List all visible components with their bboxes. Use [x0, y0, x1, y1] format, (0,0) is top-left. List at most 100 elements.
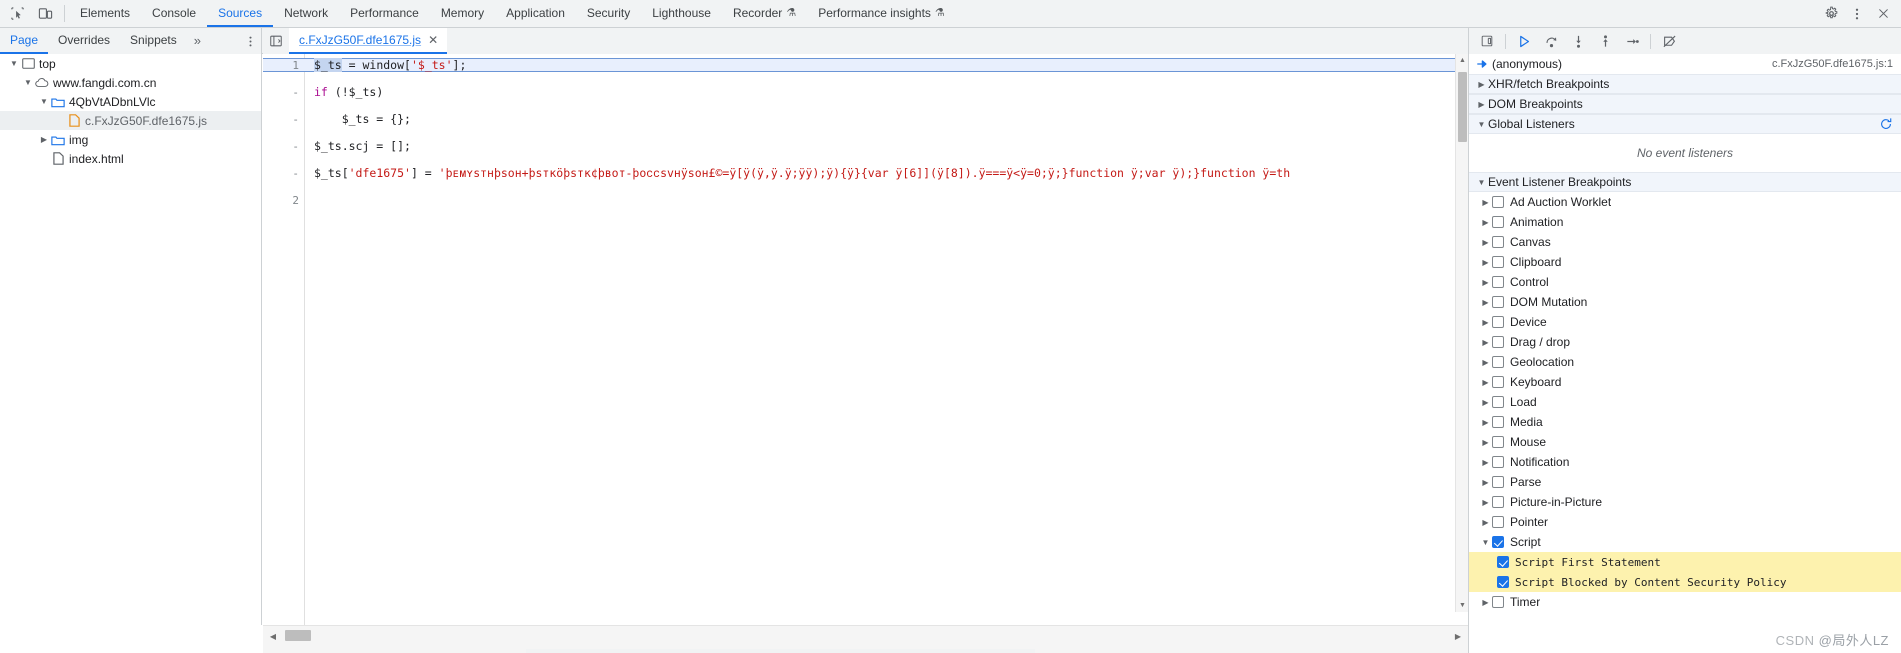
chevron-right-icon[interactable]: ▶: [1479, 258, 1492, 267]
tree-item-domain[interactable]: ▼ www.fangdi.com.cn: [0, 73, 261, 92]
chevron-right-icon[interactable]: ▶: [1479, 518, 1492, 527]
elb-item-media[interactable]: ▶ Media: [1469, 412, 1901, 432]
tree-item-file-html[interactable]: index.html: [0, 149, 261, 168]
checkbox[interactable]: [1492, 276, 1504, 288]
close-icon[interactable]: ✕: [427, 33, 439, 47]
tab-recorder[interactable]: Recorder ⚗: [722, 0, 807, 27]
checkbox[interactable]: [1492, 376, 1504, 388]
chevron-right-icon[interactable]: ▶: [1479, 278, 1492, 287]
chevron-right-icon[interactable]: ▶: [1479, 398, 1492, 407]
chevron-down-icon[interactable]: ▼: [1479, 538, 1492, 547]
chevron-right-icon[interactable]: ▶: [1479, 458, 1492, 467]
section-event-listener-breakpoints[interactable]: ▼ Event Listener Breakpoints: [1469, 172, 1901, 192]
elb-item-parse[interactable]: ▶ Parse: [1469, 472, 1901, 492]
elb-item-device[interactable]: ▶ Device: [1469, 312, 1901, 332]
elb-child-script-blocked-by-csp[interactable]: Script Blocked by Content Security Polic…: [1469, 572, 1901, 592]
tree-item-folder-img[interactable]: ▶ img: [0, 130, 261, 149]
chevron-down-icon[interactable]: ▼: [8, 59, 20, 68]
elb-item-ad-auction-worklet[interactable]: ▶ Ad Auction Worklet: [1469, 192, 1901, 212]
editor-tab-open-file[interactable]: c.FxJzG50F.dfe1675.js ✕: [289, 28, 448, 54]
tab-console[interactable]: Console: [141, 0, 207, 27]
editor-horizontal-scrollbar[interactable]: ◀ ▶ Line 2, Column 1 Spaces: 2: [263, 625, 1468, 653]
chevron-right-icon[interactable]: ▶: [1479, 218, 1492, 227]
tree-item-folder-4qbvtadbnlvlc[interactable]: ▼ 4QbVtADbnLVlc: [0, 92, 261, 111]
elb-item-canvas[interactable]: ▶ Canvas: [1469, 232, 1901, 252]
navigator-file-tree[interactable]: ▼ top ▼ www.fangdi.com.cn ▼ 4QbVtADbnLVl…: [0, 54, 262, 625]
chevron-right-icon[interactable]: ▶: [1479, 498, 1492, 507]
call-frame-anonymous[interactable]: (anonymous) c.FxJzG50F.dfe1675.js:1: [1469, 54, 1901, 74]
editor-vertical-scrollbar[interactable]: ▲ ▼: [1455, 54, 1468, 612]
elb-item-drag-drop[interactable]: ▶ Drag / drop: [1469, 332, 1901, 352]
chevron-down-icon[interactable]: ▼: [1475, 120, 1488, 129]
resume-script-execution-icon[interactable]: [1512, 30, 1536, 52]
elb-item-timer[interactable]: ▶ Timer: [1469, 592, 1901, 612]
section-dom-breakpoints[interactable]: ▶ DOM Breakpoints: [1469, 94, 1901, 114]
tab-memory[interactable]: Memory: [430, 0, 495, 27]
chevron-right-icon[interactable]: ▶: [1479, 438, 1492, 447]
elb-item-animation[interactable]: ▶ Animation: [1469, 212, 1901, 232]
tab-performance[interactable]: Performance: [339, 0, 430, 27]
section-xhr-fetch-breakpoints[interactable]: ▶ XHR/fetch Breakpoints: [1469, 74, 1901, 94]
checkbox[interactable]: [1492, 416, 1504, 428]
chevron-down-icon[interactable]: ▼: [38, 97, 50, 106]
elb-item-keyboard[interactable]: ▶ Keyboard: [1469, 372, 1901, 392]
elb-item-pointer[interactable]: ▶ Pointer: [1469, 512, 1901, 532]
checkbox-checked[interactable]: [1497, 556, 1509, 568]
checkbox[interactable]: [1492, 336, 1504, 348]
tab-performance-insights[interactable]: Performance insights ⚗: [807, 0, 956, 27]
editor-code-area[interactable]: 1 $_ts = window['$_ts']; - if (!$_ts) - …: [263, 54, 1468, 625]
tab-snippets[interactable]: Snippets: [120, 28, 187, 54]
deactivate-breakpoints-icon[interactable]: [1657, 30, 1681, 52]
chevron-right-icon[interactable]: ▶: [1475, 100, 1488, 109]
tab-security[interactable]: Security: [576, 0, 641, 27]
chevron-down-icon[interactable]: ▼: [22, 78, 34, 87]
chevron-right-icon[interactable]: ▶: [1479, 358, 1492, 367]
tab-sources[interactable]: Sources: [207, 0, 274, 27]
checkbox[interactable]: [1492, 476, 1504, 488]
checkbox[interactable]: [1492, 256, 1504, 268]
device-toolbar-icon[interactable]: [34, 3, 56, 25]
scrollbar-thumb[interactable]: [285, 630, 311, 641]
scroll-down-icon[interactable]: ▼: [1456, 599, 1468, 612]
checkbox[interactable]: [1492, 496, 1504, 508]
tree-item-top[interactable]: ▼ top: [0, 54, 261, 73]
scroll-up-icon[interactable]: ▲: [1456, 54, 1468, 67]
chevron-down-icon[interactable]: ▼: [1475, 178, 1488, 187]
chevron-right-icon[interactable]: ▶: [1479, 238, 1492, 247]
elb-item-script[interactable]: ▼ Script: [1469, 532, 1901, 552]
more-options-icon[interactable]: [1845, 2, 1869, 26]
close-icon[interactable]: [1871, 2, 1895, 26]
checkbox[interactable]: [1492, 456, 1504, 468]
checkbox[interactable]: [1492, 196, 1504, 208]
scroll-right-icon[interactable]: ▶: [1451, 629, 1465, 643]
step-out-of-current-function-icon[interactable]: [1593, 30, 1617, 52]
elb-item-load[interactable]: ▶ Load: [1469, 392, 1901, 412]
scrollbar-thumb[interactable]: [1458, 72, 1467, 142]
chevron-right-icon[interactable]: ▶: [1479, 478, 1492, 487]
debugger-sidebar[interactable]: (anonymous) c.FxJzG50F.dfe1675.js:1 ▶ XH…: [1468, 54, 1901, 653]
source-code-editor[interactable]: 1 $_ts = window['$_ts']; - if (!$_ts) - …: [263, 54, 1468, 625]
refresh-icon[interactable]: [1879, 117, 1893, 131]
tab-elements[interactable]: Elements: [69, 0, 141, 27]
tab-page[interactable]: Page: [0, 28, 49, 54]
scroll-left-icon[interactable]: ◀: [266, 629, 280, 643]
checkbox[interactable]: [1492, 216, 1504, 228]
tree-item-file-js[interactable]: c.FxJzG50F.dfe1675.js: [0, 111, 261, 130]
checkbox[interactable]: [1492, 356, 1504, 368]
chevron-right-icon[interactable]: ▶: [1479, 298, 1492, 307]
step-icon[interactable]: [1620, 30, 1644, 52]
elb-item-control[interactable]: ▶ Control: [1469, 272, 1901, 292]
navigator-more-options-icon[interactable]: [239, 28, 261, 54]
section-global-listeners[interactable]: ▼ Global Listeners: [1469, 114, 1901, 134]
chevron-right-icon[interactable]: ▶: [1479, 338, 1492, 347]
elb-item-geolocation[interactable]: ▶ Geolocation: [1469, 352, 1901, 372]
step-into-next-function-call-icon[interactable]: [1566, 30, 1590, 52]
elb-item-mouse[interactable]: ▶ Mouse: [1469, 432, 1901, 452]
step-over-next-function-call-icon[interactable]: [1539, 30, 1563, 52]
elb-item-notification[interactable]: ▶ Notification: [1469, 452, 1901, 472]
chevron-right-icon[interactable]: ▶: [1479, 378, 1492, 387]
checkbox[interactable]: [1492, 396, 1504, 408]
elb-child-script-first-statement[interactable]: Script First Statement: [1469, 552, 1901, 572]
checkbox[interactable]: [1492, 236, 1504, 248]
pause-on-exceptions-icon[interactable]: [1475, 30, 1499, 52]
